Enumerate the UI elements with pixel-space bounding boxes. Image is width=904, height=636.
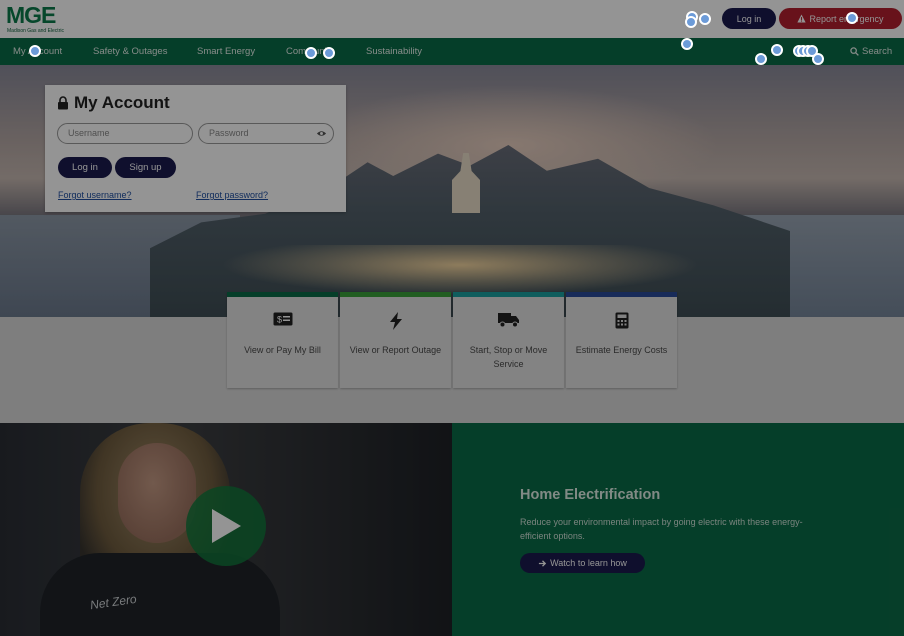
mge-logo[interactable]: MGE Madison Gas and Electric (6, 2, 76, 36)
account-title: My Account (57, 93, 170, 113)
feature-title: Home Electrification (520, 487, 661, 503)
svg-text:$: $ (277, 315, 282, 325)
truck-icon (453, 312, 564, 328)
bill-icon: $ (227, 312, 338, 326)
search-icon (850, 47, 859, 56)
login-button[interactable]: Log in (58, 157, 112, 178)
quick-links-band (0, 317, 904, 423)
video-thumbnail[interactable]: Net Zero (0, 423, 452, 636)
tile-label: Start, Stop or Move Service (469, 345, 548, 369)
marker-dot (771, 44, 783, 56)
main-nav: My Account Safety & Outages Smart Energy… (0, 38, 904, 65)
tile-pay-bill[interactable]: $ View or Pay My Bill (227, 292, 338, 388)
password-input[interactable]: Password (198, 123, 334, 144)
marker-dot (846, 12, 858, 24)
marker-dot (755, 53, 767, 65)
forgot-password-link[interactable]: Forgot password? (196, 190, 268, 200)
play-button[interactable] (186, 486, 266, 566)
site-header: MGE Madison Gas and Electric Log in Repo… (0, 0, 904, 38)
marker-dot (685, 16, 697, 28)
marker-dot (812, 53, 824, 65)
tile-label: View or Pay My Bill (244, 345, 321, 355)
header-login-button[interactable]: Log in (722, 8, 776, 29)
person-face (118, 443, 196, 543)
arrow-right-icon (539, 559, 547, 567)
city-lights (220, 245, 700, 295)
marker-dot (305, 47, 317, 59)
feature-text: Reduce your environmental impact by goin… (520, 517, 803, 541)
nav-search-button[interactable]: Search (850, 38, 892, 65)
nav-item-safety-outages[interactable]: Safety & Outages (93, 38, 167, 65)
account-title-text: My Account (74, 93, 170, 112)
username-placeholder: Username (68, 128, 110, 138)
warning-icon (797, 14, 807, 23)
search-label: Search (862, 46, 893, 57)
tile-estimate-costs[interactable]: Estimate Energy Costs (566, 292, 677, 388)
marker-dot (323, 47, 335, 59)
tile-accent-bar (453, 292, 564, 297)
watch-button-label: Watch to learn how (550, 558, 627, 568)
show-password-eye-icon[interactable] (316, 128, 327, 139)
signup-button[interactable]: Sign up (115, 157, 176, 178)
tile-accent-bar (566, 292, 677, 297)
lock-icon (58, 96, 68, 110)
lightning-icon (340, 312, 451, 330)
username-input[interactable]: Username (57, 123, 193, 144)
play-icon (212, 509, 241, 543)
marker-dot (699, 13, 711, 25)
tile-start-stop-move[interactable]: Start, Stop or Move Service (453, 292, 564, 388)
calculator-icon (566, 312, 677, 329)
person-body (40, 553, 280, 636)
password-placeholder: Password (209, 128, 249, 138)
report-emergency-button[interactable]: Report emergency (779, 8, 902, 29)
tile-label: View or Report Outage (349, 345, 442, 355)
my-account-panel: My Account Username Password Log in Sign… (45, 85, 346, 212)
marker-dot (681, 38, 693, 50)
tile-report-outage[interactable]: View or Report Outage (340, 292, 451, 388)
logo-text: MGE (6, 2, 56, 28)
watch-button[interactable]: Watch to learn how (520, 553, 645, 573)
electrification-feature: Home Electrification Reduce your environ… (452, 423, 904, 636)
logo-subtext: Madison Gas and Electric (7, 28, 64, 34)
nav-item-sustainability[interactable]: Sustainability (366, 38, 422, 65)
forgot-username-link[interactable]: Forgot username? (58, 190, 132, 200)
tile-label: Estimate Energy Costs (575, 345, 668, 355)
marker-dot (29, 45, 41, 57)
tile-accent-bar (340, 292, 451, 297)
tile-accent-bar (227, 292, 338, 297)
nav-item-smart-energy[interactable]: Smart Energy (197, 38, 255, 65)
